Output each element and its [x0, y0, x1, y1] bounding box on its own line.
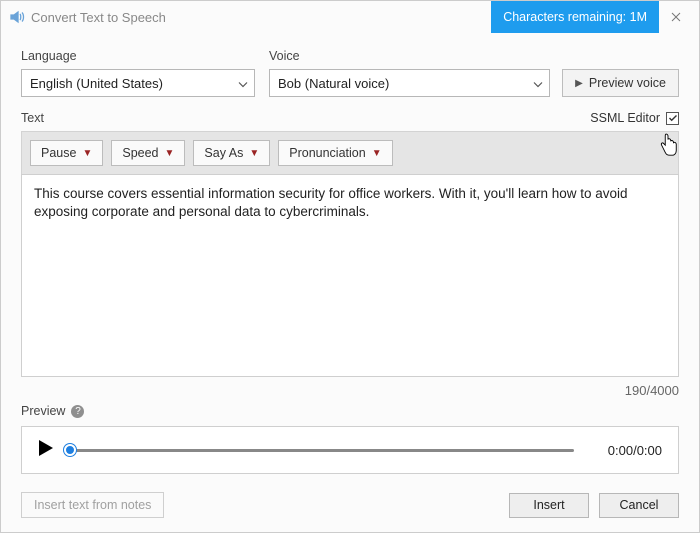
- cancel-button[interactable]: Cancel: [599, 493, 679, 518]
- voice-select[interactable]: Bob (Natural voice): [269, 69, 550, 97]
- titlebar: Convert Text to Speech Characters remain…: [1, 1, 699, 33]
- selects-row: Language English (United States) Voice B…: [21, 39, 679, 97]
- ssml-editor-checkbox[interactable]: [666, 112, 679, 125]
- content-area: Language English (United States) Voice B…: [1, 33, 699, 532]
- language-select-value: English (United States): [30, 76, 163, 91]
- chevron-down-icon: ▼: [165, 148, 175, 159]
- toolbar-pause-button[interactable]: Pause ▼: [30, 140, 103, 166]
- ssml-editor-toggle[interactable]: SSML Editor: [590, 111, 679, 125]
- chevron-down-icon: ▼: [82, 148, 92, 159]
- toolbar-pronunciation-button[interactable]: Pronunciation ▼: [278, 140, 392, 166]
- time-display: 0:00/0:00: [590, 443, 662, 458]
- chevron-down-icon: ▼: [372, 148, 382, 159]
- seek-thumb[interactable]: [64, 444, 76, 456]
- play-button[interactable]: [38, 439, 54, 462]
- toolbar-speed-button[interactable]: Speed ▼: [111, 140, 185, 166]
- preview-voice-button[interactable]: ▶ Preview voice: [562, 69, 679, 97]
- language-select[interactable]: English (United States): [21, 69, 255, 97]
- footer-row: Insert text from notes Insert Cancel: [21, 492, 679, 518]
- toolbar-sayas-button[interactable]: Say As ▼: [193, 140, 270, 166]
- preview-label: Preview: [21, 404, 65, 418]
- audio-player: 0:00/0:00: [21, 426, 679, 474]
- chevron-down-icon: [238, 76, 248, 91]
- insert-button[interactable]: Insert: [509, 493, 589, 518]
- play-icon: ▶: [575, 78, 583, 89]
- close-button[interactable]: [661, 1, 691, 33]
- preview-label-row: Preview ?: [21, 404, 679, 418]
- voice-column: Voice Bob (Natural voice) ▶ Preview voic…: [269, 39, 679, 97]
- text-input[interactable]: [21, 174, 679, 377]
- seek-track[interactable]: [70, 449, 574, 452]
- ssml-editor-label: SSML Editor: [590, 111, 660, 125]
- text-header-row: Text SSML Editor: [21, 111, 679, 125]
- tts-dialog: Convert Text to Speech Characters remain…: [0, 0, 700, 533]
- language-label: Language: [21, 49, 255, 63]
- voice-select-value: Bob (Natural voice): [278, 76, 389, 91]
- window-title: Convert Text to Speech: [31, 10, 166, 25]
- app-icon: [9, 9, 25, 25]
- voice-label: Voice: [269, 49, 679, 63]
- help-icon[interactable]: ?: [71, 405, 84, 418]
- language-column: Language English (United States): [21, 39, 255, 97]
- ssml-toolbar: Pause ▼ Speed ▼ Say As ▼ Pronunciation ▼: [21, 131, 679, 174]
- text-label: Text: [21, 111, 44, 125]
- chevron-down-icon: ▼: [249, 148, 259, 159]
- insert-from-notes-button[interactable]: Insert text from notes: [21, 492, 164, 518]
- character-counter: 190/4000: [21, 383, 679, 398]
- chevron-down-icon: [533, 76, 543, 91]
- preview-voice-label: Preview voice: [589, 76, 666, 90]
- chars-remaining-badge: Characters remaining: 1M: [491, 1, 659, 33]
